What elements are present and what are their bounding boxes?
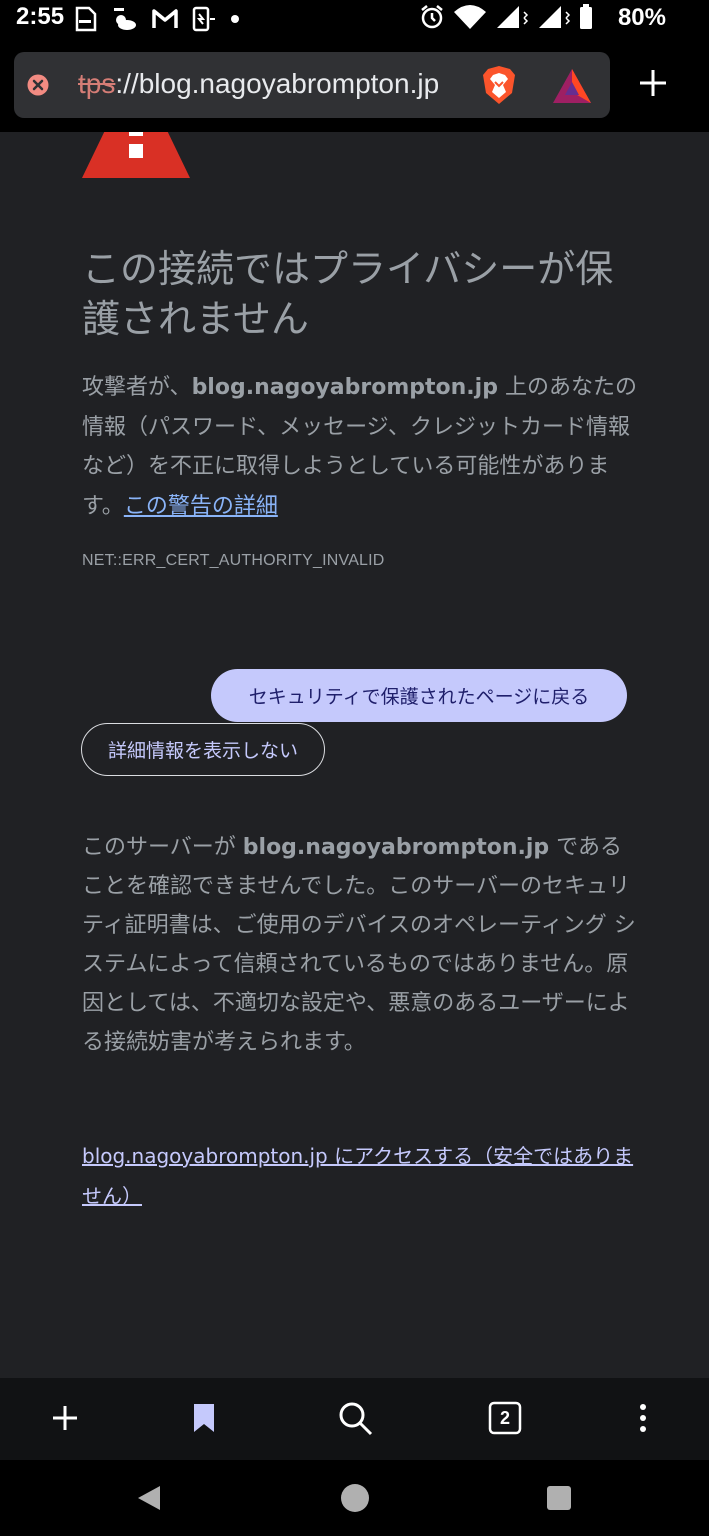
status-left-icons [74, 6, 240, 32]
wifi-icon [454, 5, 486, 29]
warning-description: 攻撃者が、blog.nagoyabrompton.jp 上のあなたの情報（パスワ… [82, 368, 642, 526]
more-vert-icon [640, 1404, 646, 1432]
bottom-toolbar: 2 [0, 1378, 709, 1460]
gmail-icon [152, 9, 178, 28]
cell-signal-icon [539, 6, 571, 28]
plus-icon[interactable] [636, 66, 670, 100]
system-nav-bar [0, 1460, 709, 1536]
home-icon[interactable] [339, 1482, 371, 1514]
learn-more-link[interactable]: この警告の詳細 [124, 494, 278, 519]
recents-icon[interactable] [543, 1482, 575, 1514]
battery-percent: 80% [617, 4, 666, 31]
browser-toolbar: tps://blog.nagoyabrompton.jp [0, 40, 709, 132]
details-body: であることを確認できませんでした。このサーバーのセキュリティ証明書は、ご使用のデ… [82, 835, 636, 1055]
status-right-icons [419, 4, 593, 30]
bookmark-icon [194, 1404, 214, 1432]
hide-details-button[interactable]: 詳細情報を表示しない [81, 723, 325, 776]
warning-triangle-icon [82, 132, 190, 178]
url-text[interactable]: tps://blog.nagoyabrompton.jp [78, 68, 439, 100]
page-title: この接続ではプライバシーが保護されません [82, 247, 614, 341]
brave-shields-icon[interactable] [481, 65, 517, 105]
tab-switcher-button[interactable]: 2 [487, 1400, 523, 1436]
proceed-unsafe-link[interactable]: blog.nagoyabrompton.jp にアクセスする（安全ではありません… [82, 1136, 642, 1216]
not-secure-icon[interactable] [27, 74, 49, 96]
tab-count: 2 [499, 1407, 510, 1428]
desc-prefix: 攻撃者が、 [82, 375, 192, 400]
bookmarks-button[interactable] [186, 1400, 222, 1436]
back-icon[interactable] [134, 1482, 166, 1514]
details-description: このサーバーが blog.nagoyabrompton.jp であることを確認で… [82, 828, 642, 1062]
url-host: ://blog.nagoyabrompton.jp [115, 68, 440, 99]
document-icon [75, 6, 97, 32]
new-tab-button[interactable] [47, 1400, 83, 1436]
url-scheme-struck: tps [78, 68, 116, 99]
details-prefix: このサーバーが [82, 835, 243, 860]
screen-cast-icon [192, 6, 215, 32]
status-time: 2:55 [16, 3, 65, 30]
interstitial-page: この接続ではプライバシーが保護されません 攻撃者が、blog.nagoyabro… [0, 132, 709, 1378]
dot-icon [231, 15, 239, 23]
search-icon [339, 1402, 373, 1436]
status-bar: 2:55 80% [0, 0, 709, 40]
back-to-safety-button[interactable]: セキュリティで保護されたページに戻る [211, 669, 627, 722]
search-button[interactable] [337, 1400, 373, 1436]
cell-signal-icon [497, 6, 529, 28]
brave-rewards-icon[interactable] [552, 68, 592, 104]
url-bar[interactable]: tps://blog.nagoyabrompton.jp [14, 52, 610, 118]
alarm-icon [421, 5, 443, 29]
battery-icon [580, 4, 592, 29]
weather-icon [114, 8, 136, 30]
details-host: blog.nagoyabrompton.jp [242, 835, 550, 860]
desc-host: blog.nagoyabrompton.jp [191, 375, 498, 400]
error-code: NET::ERR_CERT_AUTHORITY_INVALID [82, 552, 385, 569]
menu-button[interactable] [625, 1400, 661, 1436]
plus-icon [53, 1406, 77, 1430]
